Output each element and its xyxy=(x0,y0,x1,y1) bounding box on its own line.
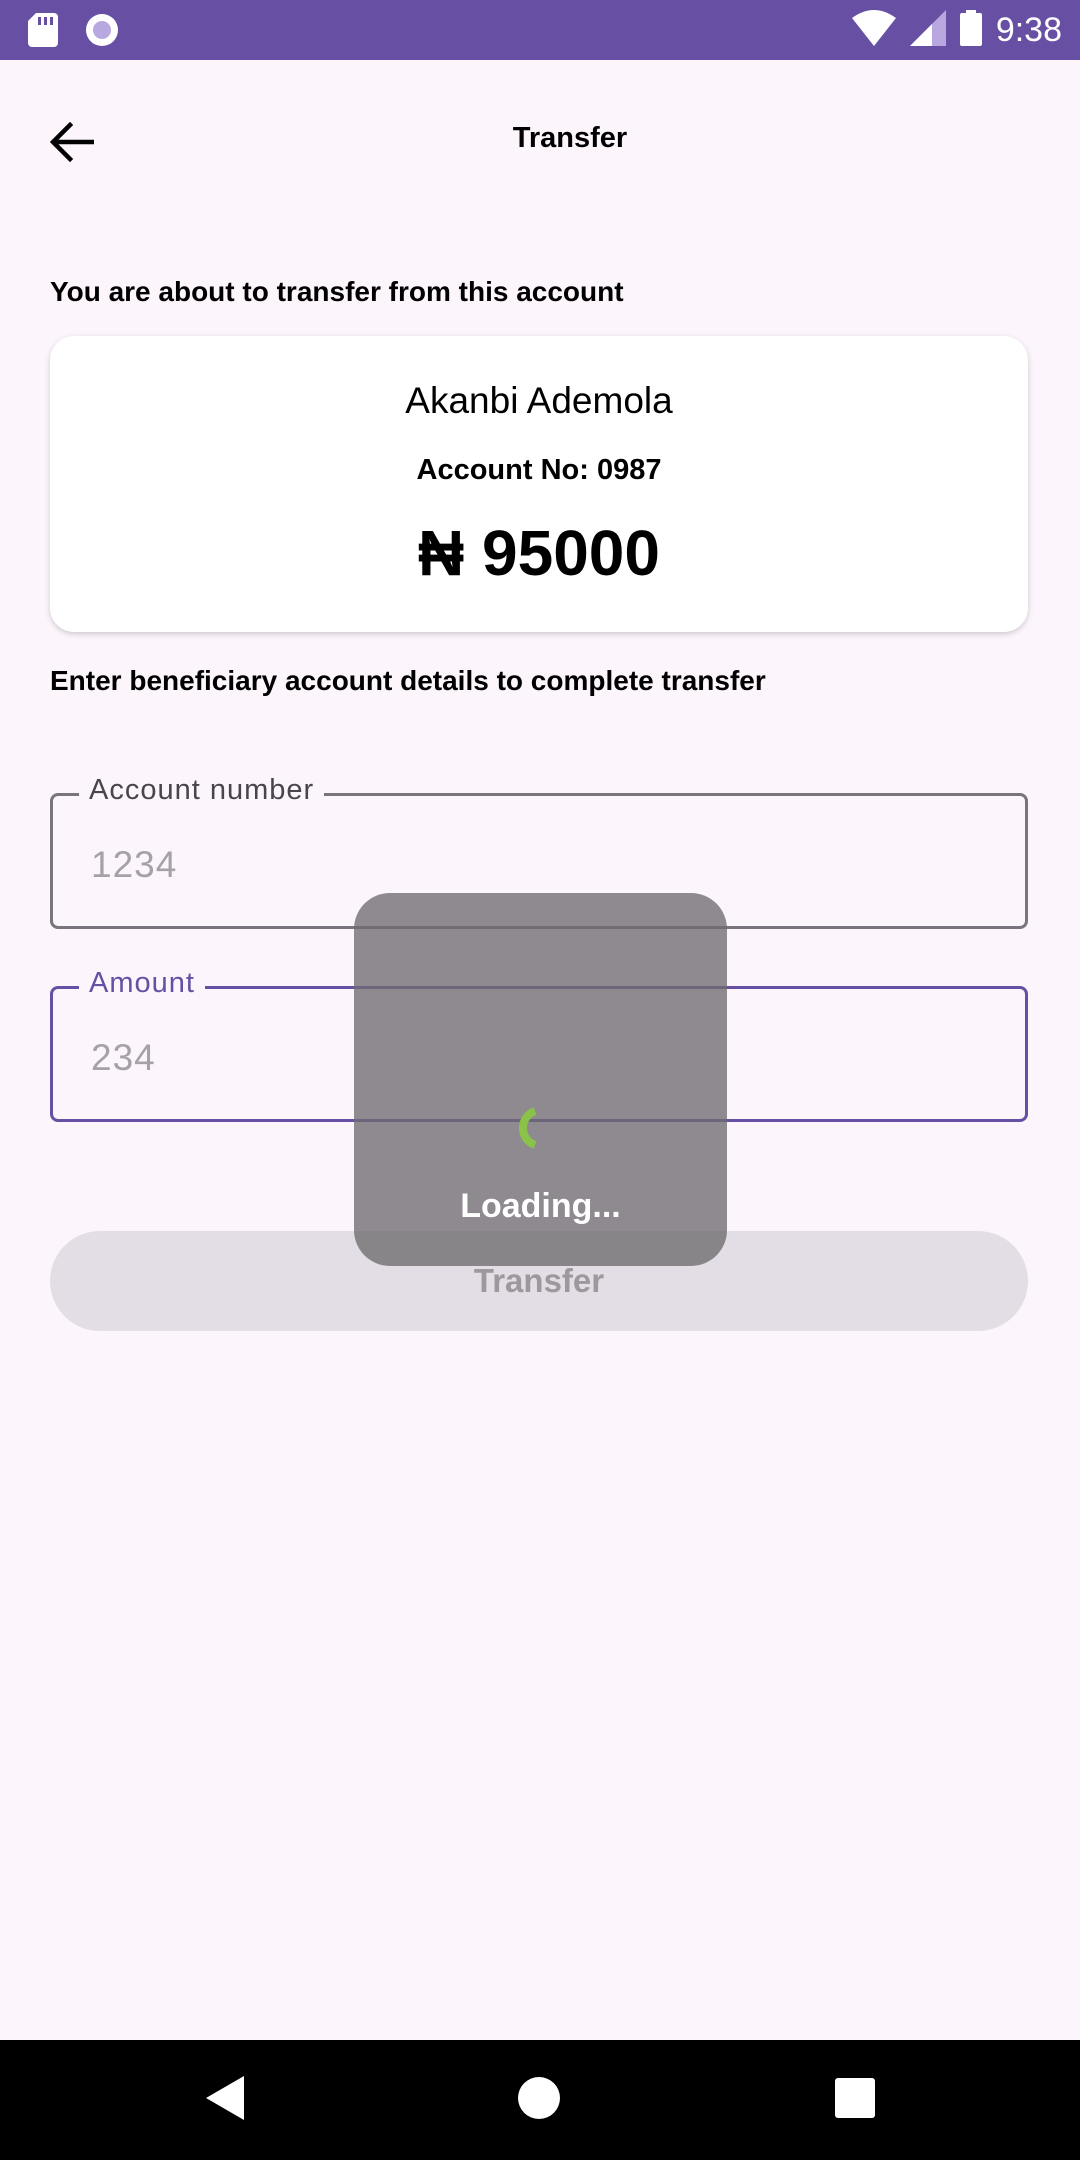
account-balance: ₦ 95000 xyxy=(418,517,660,589)
cell-signal-icon xyxy=(909,9,946,51)
account-number-label: Account number xyxy=(79,774,325,807)
loading-spinner-icon xyxy=(485,1073,595,1188)
nav-recents-icon xyxy=(835,2077,875,2123)
transfer-button-label: Transfer xyxy=(473,1262,605,1299)
battery-icon xyxy=(959,9,982,51)
app-bar: Transfer xyxy=(0,60,1080,220)
navigation-bar xyxy=(0,2040,1080,2160)
source-account-label: You are about to transfer from this acco… xyxy=(50,276,624,307)
amount-label: Amount xyxy=(79,967,205,1000)
beneficiary-label: Enter beneficiary account details to com… xyxy=(50,665,766,696)
nav-back-icon xyxy=(206,2075,246,2125)
nav-home-button[interactable] xyxy=(509,2070,569,2130)
status-time: 9:38 xyxy=(995,11,1062,49)
status-bar: 9:38 xyxy=(0,0,1080,60)
account-number-text: Account No: 0987 xyxy=(416,454,662,486)
account-holder-name: Akanbi Ademola xyxy=(405,380,673,421)
loading-text: Loading... xyxy=(460,1187,621,1225)
nav-home-icon xyxy=(517,2076,561,2125)
radio-button-icon xyxy=(84,12,120,53)
nav-recents-button[interactable] xyxy=(825,2070,885,2130)
amount-value[interactable]: 234 xyxy=(91,1037,156,1079)
account-number-value[interactable]: 1234 xyxy=(91,844,177,886)
loading-dialog: Loading... xyxy=(354,893,727,1266)
account-card: Akanbi Ademola Account No: 0987 ₦ 95000 xyxy=(50,336,1028,632)
wifi-icon xyxy=(851,9,896,51)
page-title: Transfer xyxy=(512,122,628,154)
sd-card-icon xyxy=(28,13,58,52)
nav-back-button[interactable] xyxy=(196,2070,256,2130)
